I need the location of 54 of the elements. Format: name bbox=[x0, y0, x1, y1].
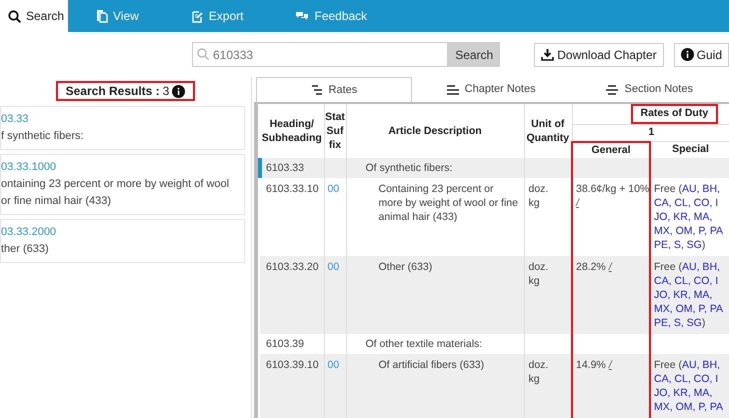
unit-text: kg bbox=[528, 274, 541, 288]
result-code[interactable]: 03.33.1000 bbox=[1, 159, 240, 176]
document-pencil-icon bbox=[190, 10, 204, 22]
documents-icon bbox=[96, 9, 108, 23]
nav-tab[interactable]: Export bbox=[186, 0, 248, 32]
column-header: 1 bbox=[572, 124, 729, 142]
column-header: Rates of Duty bbox=[630, 104, 718, 124]
result-code[interactable]: 03.33 bbox=[1, 111, 240, 128]
toolbar-button[interactable]: Download Chapter bbox=[534, 42, 664, 66]
chat-bubbles-icon bbox=[295, 10, 310, 22]
general-rate: 28.2% bbox=[576, 260, 606, 274]
nav-tab[interactable]: Feedback bbox=[291, 0, 372, 32]
special-rate: Free (AU, BH, CA, CL, CO, I JO, KR, MA, MX, OM, P, PA PE, S, SG) bbox=[650, 178, 729, 256]
lines-icon bbox=[310, 85, 323, 95]
info-icon bbox=[172, 84, 186, 98]
lines-icon bbox=[606, 84, 618, 94]
search-field[interactable]: 610333 bbox=[192, 42, 448, 67]
general-rate: 38.6¢/kg + 10% bbox=[576, 182, 650, 196]
nav-tab[interactable]: View bbox=[92, 0, 143, 32]
table-cell: 6103.39.10 bbox=[260, 354, 324, 418]
nav-tab[interactable]: Search bbox=[0, 0, 68, 32]
result-description: ontaining 23 percent or more by weight of wool or fine nimal hair (433) bbox=[1, 177, 230, 209]
info-icon bbox=[680, 48, 694, 61]
result-description: f synthetic fibers: bbox=[1, 129, 85, 144]
content-tab[interactable]: Section Notes bbox=[570, 77, 729, 102]
search-button[interactable]: Search bbox=[448, 42, 500, 67]
content-tab[interactable]: Rates bbox=[256, 77, 412, 102]
search-icon bbox=[8, 10, 21, 22]
table-cell: Of artificial fibers (633) bbox=[346, 354, 524, 418]
stat-link[interactable]: 00 bbox=[324, 354, 346, 418]
result-card[interactable]: 03.33.1000 ontaining 23 percent or more by weight of wool or fine nimal hair (433) bbox=[0, 154, 245, 215]
search-icon bbox=[197, 48, 209, 60]
footnote-link[interactable]: / bbox=[576, 196, 579, 210]
special-rate: Free (AU, BH, CA, CL, CO, I JO, KR, MA, MX, OM, P, PA bbox=[650, 354, 729, 418]
content-tab[interactable]: Chapter Notes bbox=[412, 77, 570, 102]
unit-text: kg bbox=[528, 196, 541, 210]
result-card[interactable]: 03.33 f synthetic fibers: bbox=[0, 106, 245, 150]
download-icon bbox=[541, 48, 554, 61]
footnote-link[interactable]: / bbox=[608, 260, 612, 274]
general-rate: 14.9% bbox=[576, 358, 606, 372]
results-label: Search Results : bbox=[66, 83, 160, 100]
special-rate: Free (AU, BH, CA, CL, CO, I JO, KR, MA, MX, OM, P, PA PE, S, SG) bbox=[650, 256, 729, 334]
result-card[interactable]: 03.33.2000 ther (633) bbox=[0, 219, 245, 263]
unit-text: kg bbox=[528, 372, 541, 386]
result-code[interactable]: 03.33.2000 bbox=[1, 224, 240, 241]
unit-text: doz. bbox=[528, 260, 550, 274]
results-count: 3 bbox=[162, 83, 170, 100]
result-description: ther (633) bbox=[1, 242, 50, 257]
column-header: Special bbox=[650, 142, 729, 158]
lines-icon bbox=[446, 84, 459, 94]
unit-text: doz. bbox=[528, 182, 550, 196]
footnote-link[interactable]: / bbox=[608, 358, 612, 372]
unit-text: doz. bbox=[528, 358, 550, 372]
toolbar-button[interactable]: Guid bbox=[674, 42, 729, 66]
